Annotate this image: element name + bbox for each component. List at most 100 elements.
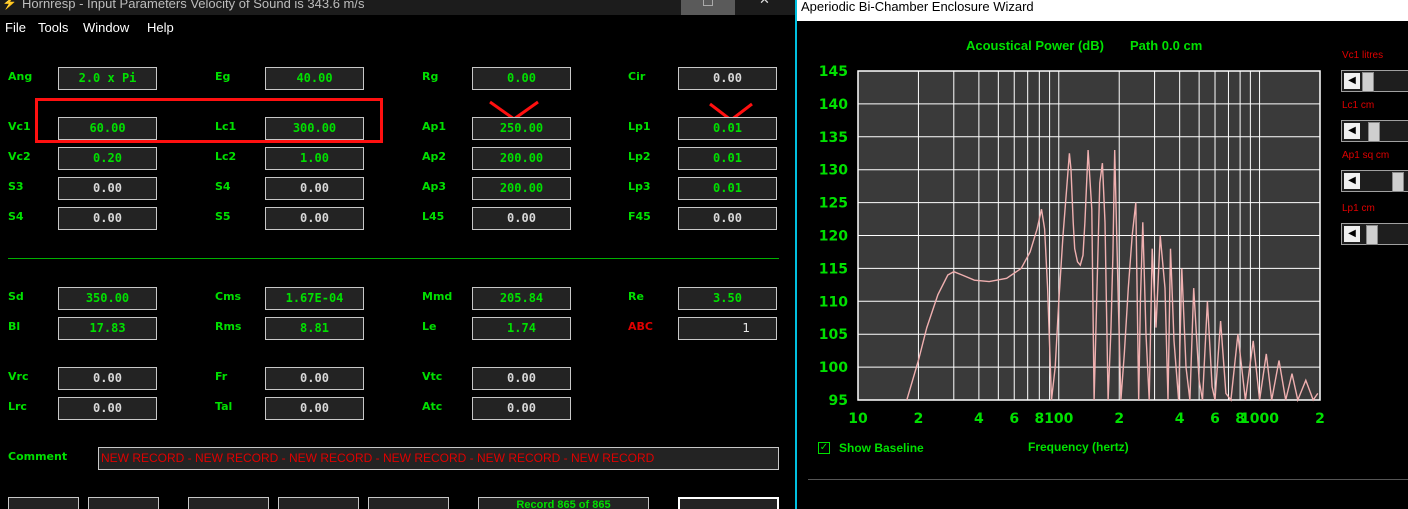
bottom-button-1[interactable] [8, 497, 79, 509]
param-field-abc-27[interactable]: 1 [678, 317, 777, 340]
param-label-s3-12: S3 [8, 180, 24, 193]
param-field-vrc-28[interactable]: 0.00 [58, 367, 157, 390]
param-field-f45-19[interactable]: 0.00 [678, 207, 777, 230]
window-title: Hornresp - Input Parameters Velocity of … [22, 0, 365, 11]
comment-field[interactable]: NEW RECORD - NEW RECORD - NEW RECORD - N… [98, 447, 779, 470]
param-field-vc1-4[interactable]: 60.00 [58, 117, 157, 140]
param-field-s4-13[interactable]: 0.00 [265, 177, 364, 200]
param-field-vc2-8[interactable]: 0.20 [58, 147, 157, 170]
menu-file[interactable]: File [5, 20, 26, 35]
slider-thumb[interactable] [1392, 172, 1404, 192]
param-field-atc-33[interactable]: 0.00 [472, 397, 571, 420]
param-field-lp2-11[interactable]: 0.01 [678, 147, 777, 170]
param-label-bl-24: Bl [8, 320, 21, 333]
param-field-lc2-9[interactable]: 1.00 [265, 147, 364, 170]
param-field-re-23[interactable]: 3.50 [678, 287, 777, 310]
param-field-s3-12[interactable]: 0.00 [58, 177, 157, 200]
x-axis-label: Frequency (hertz) [1028, 440, 1129, 454]
param-field-rms-25[interactable]: 8.81 [265, 317, 364, 340]
slider-1[interactable]: ◀ [1341, 120, 1408, 142]
param-label-l45-18: L45 [422, 210, 445, 223]
param-field-ap3-14[interactable]: 200.00 [472, 177, 571, 200]
x-tick-label: 2 [1315, 411, 1325, 427]
param-field-lp3-15[interactable]: 0.01 [678, 177, 777, 200]
slider-3[interactable]: ◀ [1341, 223, 1408, 245]
bottom-button-4[interactable] [278, 497, 359, 509]
slider-label-1: Lc1 cm [1342, 100, 1375, 111]
x-tick-label: 10 [848, 411, 868, 427]
close-icon: ✕ [759, 0, 770, 6]
param-label-lc2-9: Lc2 [215, 150, 237, 163]
acoustic-power-chart: 9510010511011512012513013514014510 2 4 6 8 10… [819, 64, 1325, 427]
y-tick-label: 115 [819, 261, 848, 277]
param-label-re-23: Re [628, 290, 644, 303]
check-mark-icon: ✓ [819, 442, 829, 453]
slider-left-arrow-icon[interactable]: ◀ [1344, 226, 1360, 242]
section-divider [8, 258, 779, 259]
wizard-title-bar: Aperiodic Bi-Chamber Enclosure Wizard [797, 0, 1408, 21]
slider-thumb[interactable] [1366, 225, 1378, 245]
param-label-lrc-31: Lrc [8, 400, 27, 413]
y-tick-label: 95 [829, 393, 848, 409]
maximize-button[interactable] [681, 0, 735, 15]
x-tick-label: 4 [1175, 411, 1185, 427]
param-field-l45-18[interactable]: 0.00 [472, 207, 571, 230]
chart-title: Acoustical Power (dB) [966, 38, 1104, 53]
param-field-cms-21[interactable]: 1.67E-04 [265, 287, 364, 310]
param-field-sd-20[interactable]: 350.00 [58, 287, 157, 310]
param-label-s4-13: S4 [215, 180, 231, 193]
param-field-cir-3[interactable]: 0.00 [678, 67, 777, 90]
param-field-fr-29[interactable]: 0.00 [265, 367, 364, 390]
slider-left-arrow-icon[interactable]: ◀ [1344, 123, 1360, 139]
menu-window[interactable]: Window [83, 20, 129, 35]
close-button[interactable]: ✕ [737, 0, 791, 15]
slider-thumb[interactable] [1368, 122, 1380, 142]
minimize-button[interactable] [626, 0, 680, 15]
param-field-le-26[interactable]: 1.74 [472, 317, 571, 340]
slider-left-arrow-icon[interactable]: ◀ [1344, 173, 1360, 189]
y-tick-label: 100 [819, 360, 848, 376]
y-tick-label: 130 [819, 163, 848, 179]
y-tick-label: 125 [819, 196, 848, 212]
x-tick-label: 8 [1034, 411, 1044, 427]
param-field-ap1-6[interactable]: 250.00 [472, 117, 571, 140]
x-tick-label: 100 [1044, 411, 1073, 427]
param-field-s5-17[interactable]: 0.00 [265, 207, 364, 230]
param-field-mmd-22[interactable]: 205.84 [472, 287, 571, 310]
menu-tools[interactable]: Tools [38, 20, 68, 35]
param-field-s4-16[interactable]: 0.00 [58, 207, 157, 230]
param-field-lrc-31[interactable]: 0.00 [58, 397, 157, 420]
y-tick-label: 105 [819, 327, 848, 343]
param-field-ang-0[interactable]: 2.0 x Pi [58, 67, 157, 90]
slider-thumb[interactable] [1362, 72, 1374, 92]
input-parameters-window: ⚡ Hornresp - Input Parameters Velocity o… [0, 0, 795, 509]
param-label-vc2-8: Vc2 [8, 150, 31, 163]
bottom-button-5[interactable] [368, 497, 449, 509]
slider-2[interactable]: ◀ [1341, 170, 1408, 192]
param-field-rg-2[interactable]: 0.00 [472, 67, 571, 90]
param-field-vtc-30[interactable]: 0.00 [472, 367, 571, 390]
param-label-rms-25: Rms [215, 320, 242, 333]
param-label-le-26: Le [422, 320, 437, 333]
slider-left-arrow-icon[interactable]: ◀ [1344, 73, 1360, 89]
param-field-lp1-7[interactable]: 0.01 [678, 117, 777, 140]
param-label-sd-20: Sd [8, 290, 24, 303]
param-field-lc1-5[interactable]: 300.00 [265, 117, 364, 140]
slider-0[interactable]: ◀ [1341, 70, 1408, 92]
param-field-bl-24[interactable]: 17.83 [58, 317, 157, 340]
param-label-lp1-7: Lp1 [628, 120, 651, 133]
bottom-button-2[interactable] [88, 497, 159, 509]
bottom-button-6[interactable] [678, 497, 779, 509]
param-field-ap2-10[interactable]: 200.00 [472, 147, 571, 170]
param-label-abc-27: ABC [628, 320, 653, 333]
menu-help[interactable]: Help [147, 20, 174, 35]
param-label-vc1-4: Vc1 [8, 120, 31, 133]
bottom-button-3[interactable] [188, 497, 269, 509]
param-label-eg-1: Eg [215, 70, 231, 83]
show-baseline-checkbox[interactable]: ✓ [818, 442, 830, 454]
y-tick-label: 145 [819, 64, 848, 80]
param-label-vrc-28: Vrc [8, 370, 29, 383]
param-field-tal-32[interactable]: 0.00 [265, 397, 364, 420]
app-icon: ⚡ [2, 0, 17, 10]
param-field-eg-1[interactable]: 40.00 [265, 67, 364, 90]
